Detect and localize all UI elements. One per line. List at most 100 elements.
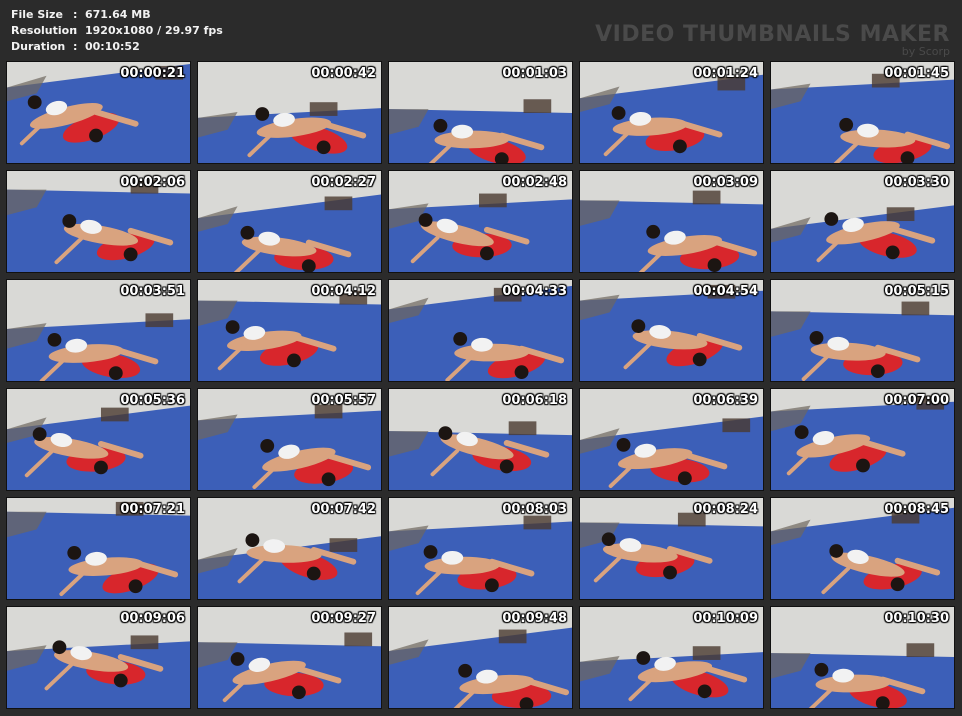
thumbnail[interactable]: 00:02:06	[6, 170, 191, 273]
timestamp-label: 00:04:33	[502, 284, 567, 299]
timestamp-label: 00:05:36	[120, 393, 185, 408]
thumbnail[interactable]: 00:05:57	[197, 388, 382, 491]
figure-head	[794, 425, 809, 440]
figure-head	[663, 565, 677, 580]
figure-head	[108, 366, 123, 381]
furniture	[145, 313, 174, 328]
furniture	[344, 632, 373, 647]
timestamp-label: 00:04:12	[311, 284, 376, 299]
thumbnail[interactable]: 00:09:06	[6, 606, 191, 709]
furniture	[329, 538, 358, 552]
figure-head	[260, 439, 275, 453]
timestamp-label: 00:08:24	[693, 502, 758, 517]
figure-head	[697, 684, 712, 699]
timestamp-label: 00:09:48	[502, 611, 567, 626]
thumbnail[interactable]: 00:03:51	[6, 279, 191, 382]
furniture	[523, 515, 552, 530]
thumbnail[interactable]: 00:00:21	[6, 61, 191, 164]
furniture	[508, 421, 537, 436]
furniture	[498, 629, 527, 644]
figure-head	[245, 533, 260, 548]
figure-head	[32, 427, 47, 441]
duration-label: Duration	[11, 40, 66, 53]
resolution-label: Resolution	[11, 24, 78, 37]
timestamp-label: 00:07:00	[884, 393, 949, 408]
thumbnail[interactable]: 00:03:30	[770, 170, 955, 273]
thumbnail[interactable]: 00:04:12	[197, 279, 382, 382]
timestamp-label: 00:10:09	[693, 611, 758, 626]
resolution-row: Resolution : 1920x1080 / 29.97 fps	[11, 23, 223, 39]
figure-head	[480, 246, 494, 261]
figure-head	[67, 546, 82, 560]
figure-head	[809, 330, 824, 345]
timestamp-label: 00:01:45	[884, 66, 949, 81]
furniture	[523, 99, 552, 113]
thumbnail[interactable]: 00:08:03	[388, 497, 573, 600]
figure-head	[677, 471, 692, 486]
figure-head	[839, 117, 854, 132]
timestamp-label: 00:09:06	[120, 611, 185, 626]
thumbnail[interactable]: 00:10:30	[770, 606, 955, 709]
timestamp-label: 00:02:27	[311, 175, 376, 190]
furniture	[309, 102, 338, 116]
thumbnail[interactable]: 00:04:54	[579, 279, 764, 382]
timestamp-label: 00:03:51	[120, 284, 185, 299]
thumbnail[interactable]: 00:08:45	[770, 497, 955, 600]
figure-head	[646, 224, 661, 239]
timestamp-label: 00:00:42	[311, 66, 376, 81]
figure-head	[856, 458, 870, 473]
figure-head	[123, 247, 138, 262]
thumbnail[interactable]: 00:07:00	[770, 388, 955, 491]
thumbnail[interactable]: 00:07:21	[6, 497, 191, 600]
thumbnail[interactable]: 00:09:48	[388, 606, 573, 709]
thumbnail[interactable]: 00:06:18	[388, 388, 573, 491]
timestamp-label: 00:06:39	[693, 393, 758, 408]
figure-head	[514, 365, 529, 380]
furniture	[901, 301, 930, 316]
figure-head	[47, 332, 62, 347]
thumbnail[interactable]: 00:07:42	[197, 497, 382, 600]
figure-head	[707, 258, 722, 272]
figure-head	[128, 579, 143, 594]
thumbnail[interactable]: 00:05:15	[770, 279, 955, 382]
thumbnail[interactable]: 00:08:24	[579, 497, 764, 600]
timestamp-label: 00:05:15	[884, 284, 949, 299]
timestamp-label: 00:08:45	[884, 502, 949, 517]
file-size-row: File Size : 671.64 MB	[11, 7, 223, 23]
figure-head	[321, 472, 336, 487]
figure-head	[829, 544, 844, 558]
figure-head	[824, 212, 839, 226]
thumbnail[interactable]: 00:10:09	[579, 606, 764, 709]
figure-head	[113, 673, 128, 688]
file-size-value: 671.64 MB	[85, 8, 151, 21]
furniture	[692, 190, 721, 205]
brand-watermark: VIDEO THUMBNAILS MAKER by Scorp	[595, 22, 950, 58]
figure-head	[62, 214, 77, 228]
thumbnail[interactable]: 00:06:39	[579, 388, 764, 491]
thumbnail[interactable]: 00:00:42	[197, 61, 382, 164]
brand-title: VIDEO THUMBNAILS MAKER	[595, 22, 950, 47]
duration-row: Duration : 00:10:52	[11, 39, 223, 55]
thumbnail[interactable]: 00:01:45	[770, 61, 955, 164]
timestamp-label: 00:09:27	[311, 611, 376, 626]
thumbnail[interactable]: 00:01:24	[579, 61, 764, 164]
figure-head	[27, 95, 42, 110]
thumbnail[interactable]: 00:02:48	[388, 170, 573, 273]
thumbnail[interactable]: 00:04:33	[388, 279, 573, 382]
figure-head	[484, 578, 499, 593]
figure-head	[418, 213, 433, 227]
thumbnail[interactable]: 00:05:36	[6, 388, 191, 491]
figure-head	[423, 545, 438, 559]
file-info-panel: File Size : 671.64 MB Resolution : 1920x…	[11, 7, 223, 55]
figure-head	[94, 460, 108, 475]
thumbnail[interactable]: 00:09:27	[197, 606, 382, 709]
thumbnail[interactable]: 00:03:09	[579, 170, 764, 273]
furniture	[100, 407, 129, 422]
colon: :	[73, 8, 78, 21]
figure-head	[240, 225, 255, 240]
thumbnail[interactable]: 00:02:27	[197, 170, 382, 273]
timestamp-label: 00:07:21	[120, 502, 185, 517]
thumbnail[interactable]: 00:01:03	[388, 61, 573, 164]
thumbnail-grid: 00:00:21 00:00:42 00:01:03 00:01:24 00:01:45…	[6, 61, 955, 709]
timestamp-label: 00:00:21	[120, 66, 185, 81]
